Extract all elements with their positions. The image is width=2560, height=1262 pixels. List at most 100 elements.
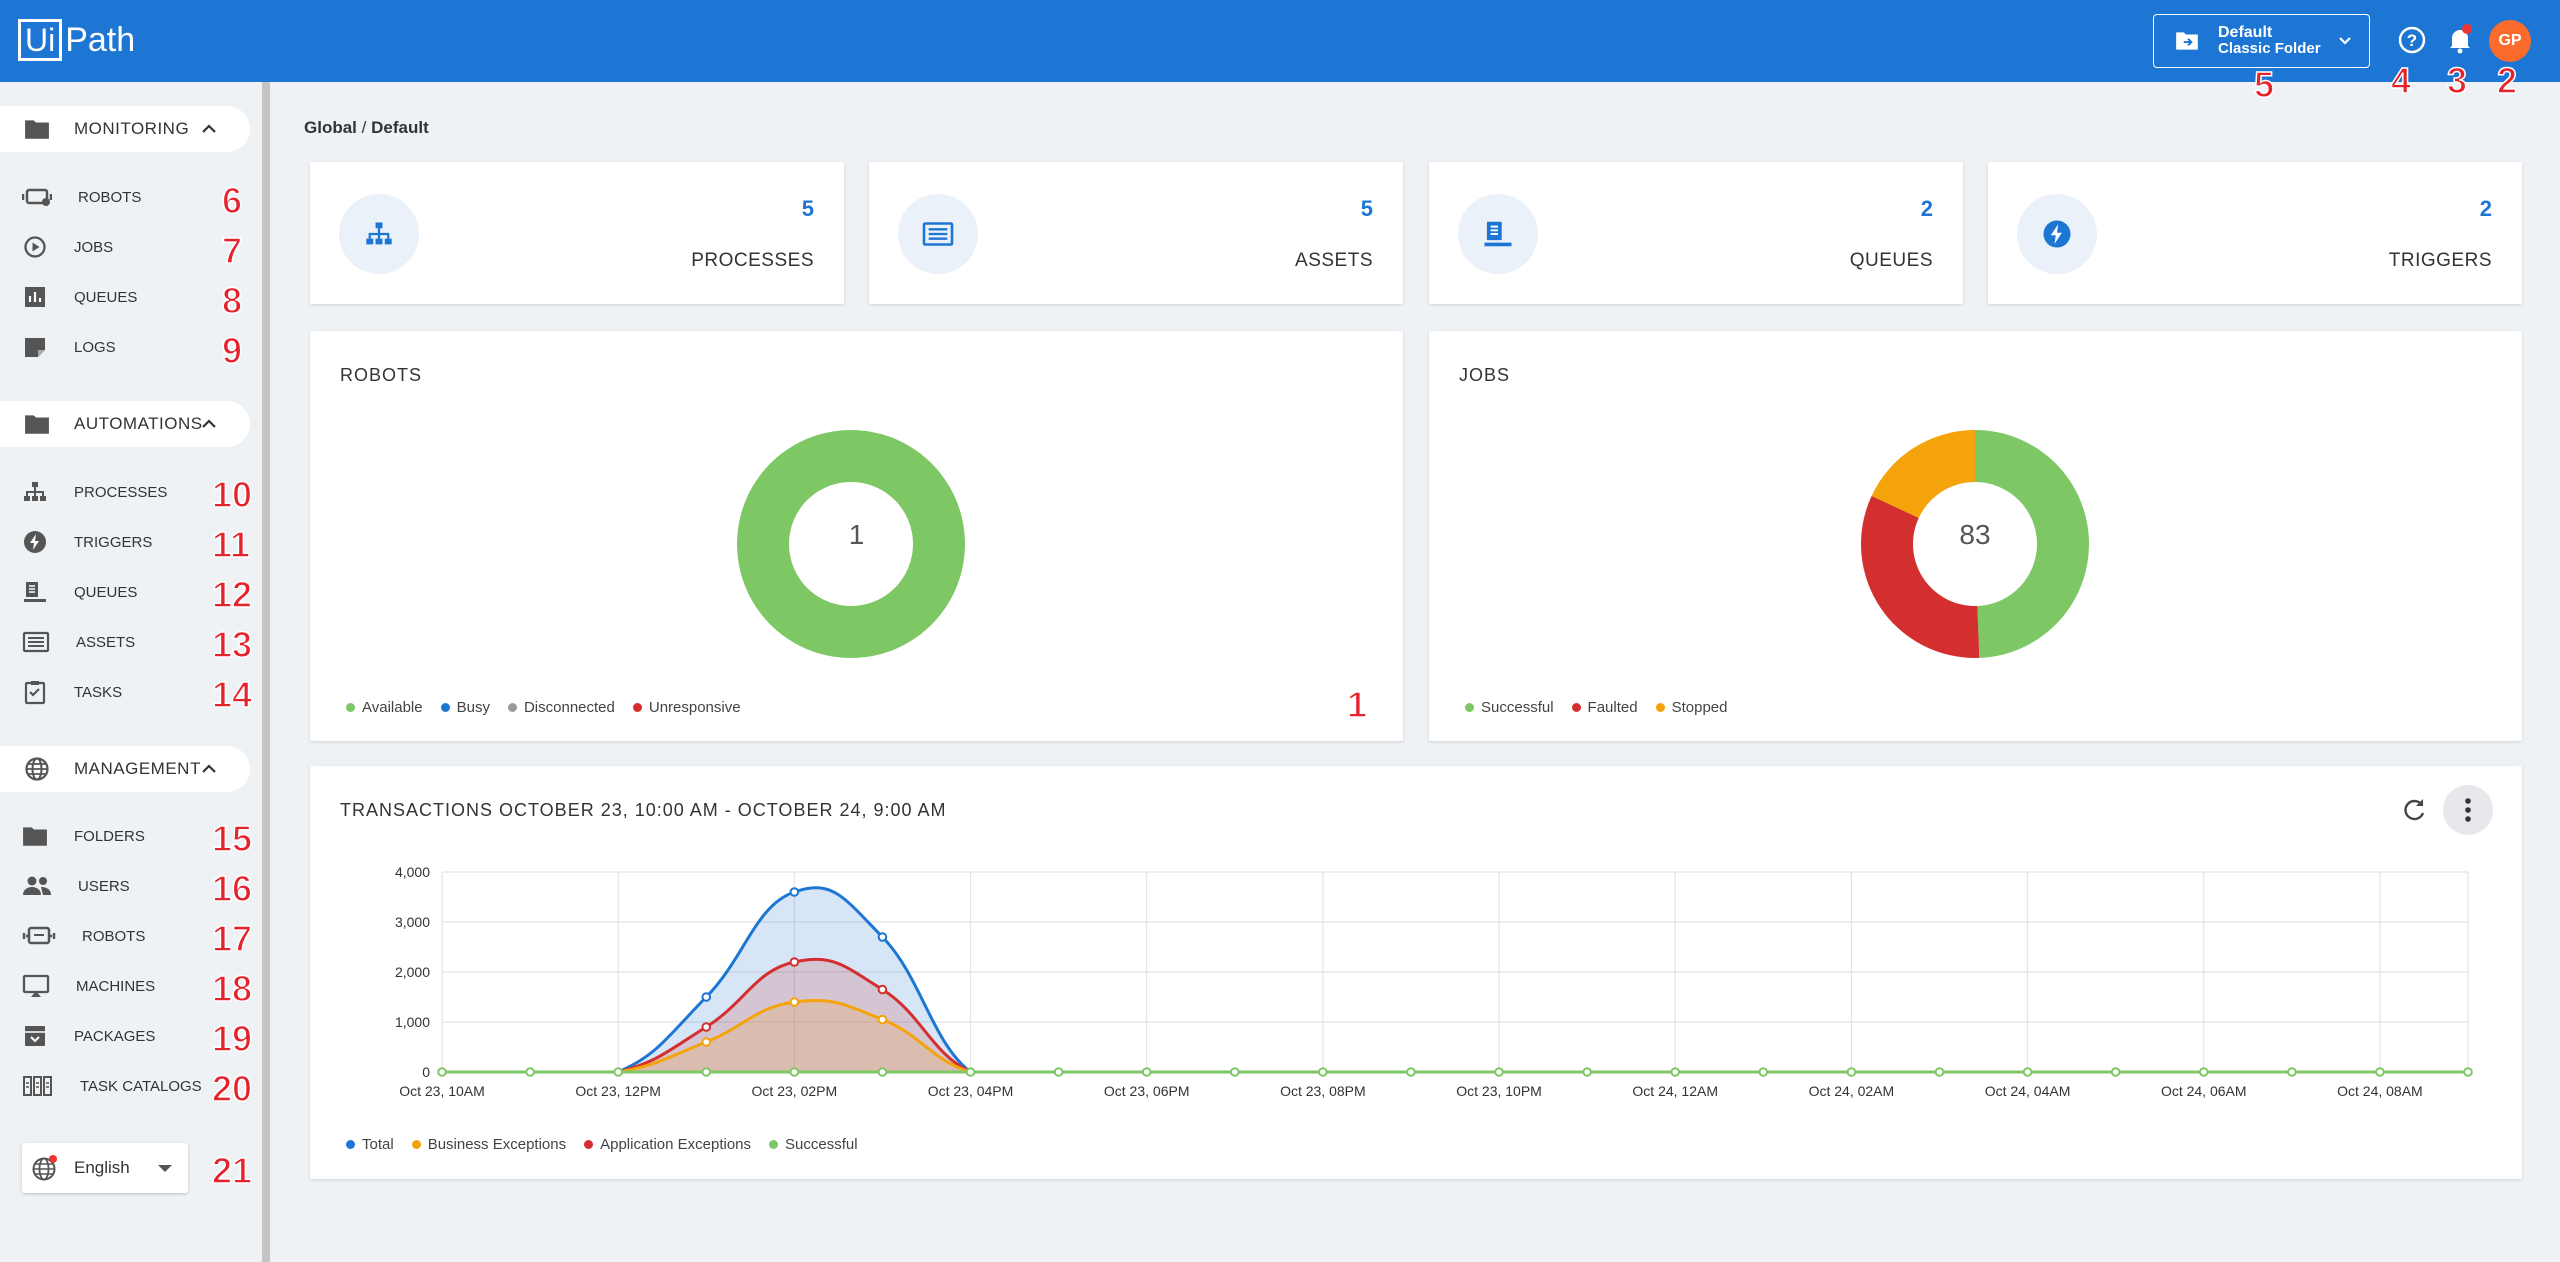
annotation-label: 19	[211, 1017, 253, 1060]
legend-label: Business Exceptions	[427, 1136, 567, 1153]
data-point-successful[interactable]	[877, 1067, 888, 1077]
data-point-successful[interactable]	[1318, 1067, 1328, 1077]
asset-icon	[922, 222, 954, 246]
data-point-application-exceptions[interactable]	[789, 957, 800, 967]
folder-type: Classic Folder	[2218, 40, 2321, 57]
section-monitoring[interactable]: MONITORING	[0, 106, 250, 152]
data-point-successful[interactable]	[965, 1067, 976, 1077]
globe-icon	[32, 1155, 57, 1181]
data-point-successful[interactable]	[1846, 1067, 1857, 1077]
data-point-successful[interactable]	[2375, 1067, 2385, 1077]
data-point-application-exceptions[interactable]	[877, 984, 888, 995]
data-point-successful[interactable]	[525, 1067, 535, 1077]
stat-card-processes[interactable]: 5 PROCESSES	[310, 162, 844, 304]
data-point-total[interactable]	[789, 887, 800, 897]
legend-item[interactable]: Busy	[440, 699, 490, 716]
legend-item[interactable]: Total	[346, 1136, 394, 1153]
top-header: Ui Path Default Classic Folder ? GP	[0, 0, 2560, 82]
sidebar-item-logs[interactable]: LOGS	[0, 327, 250, 367]
annotation-label: 18	[211, 967, 253, 1010]
data-point-successful[interactable]	[1934, 1067, 1945, 1077]
data-point-successful[interactable]	[701, 1067, 712, 1077]
annotation-label: 17	[211, 917, 253, 960]
data-point-application-exceptions[interactable]	[701, 1022, 712, 1032]
data-point-successful[interactable]	[1406, 1067, 1416, 1077]
data-point-successful[interactable]	[1670, 1067, 1681, 1077]
data-point-successful[interactable]	[613, 1067, 623, 1077]
x-tick-label: Oct 23, 02PM	[752, 1083, 838, 1099]
x-tick-label: Oct 24, 04AM	[1985, 1083, 2071, 1099]
more-options-button[interactable]	[2443, 785, 2493, 835]
data-point-successful[interactable]	[1141, 1067, 1152, 1077]
stat-label: TRIGGERS	[2388, 250, 2492, 271]
sitemap-icon	[366, 222, 392, 245]
stat-card-triggers[interactable]: 2 TRIGGERS	[1988, 162, 2522, 304]
queue-icon	[24, 582, 46, 602]
data-point-successful[interactable]	[1229, 1067, 1240, 1077]
legend-item[interactable]: Disconnected	[507, 699, 615, 716]
data-point-successful[interactable]	[2198, 1067, 2209, 1077]
legend-item[interactable]: Business Exceptions	[411, 1136, 567, 1153]
help-icon[interactable]: ?	[2396, 24, 2428, 56]
data-point-successful[interactable]	[2022, 1067, 2033, 1077]
annotation-label: 2	[2496, 59, 2518, 102]
data-point-business-exceptions[interactable]	[877, 1014, 888, 1025]
asset-icon	[22, 631, 50, 653]
sidebar-scrollbar[interactable]	[262, 82, 270, 1262]
sidebar-item-robots[interactable]: ROBOTS	[0, 177, 250, 217]
section-management[interactable]: MANAGEMENT	[0, 746, 250, 792]
data-point-successful[interactable]	[2287, 1067, 2297, 1077]
legend-label: Stopped	[1671, 699, 1728, 716]
stat-value: 2	[1920, 196, 1933, 221]
robot-icon	[22, 188, 52, 206]
donut-slice-successful[interactable]	[1975, 430, 2089, 658]
chevron-up-icon	[202, 124, 216, 133]
chevron-down-icon	[2339, 37, 2351, 45]
legend-item[interactable]: Faulted	[1571, 699, 1638, 716]
stat-card-queues[interactable]: 2 QUEUES	[1429, 162, 1963, 304]
sidebar-item-jobs[interactable]: JOBS	[0, 227, 250, 267]
breadcrumb-separator: /	[361, 118, 367, 137]
legend-item[interactable]: Application Exceptions	[584, 1136, 751, 1153]
data-point-successful[interactable]	[2110, 1067, 2121, 1077]
breadcrumb-root[interactable]: Global	[304, 118, 357, 137]
play-circle-icon	[24, 236, 46, 258]
legend-item[interactable]: Successful	[769, 1136, 858, 1153]
data-point-successful[interactable]	[789, 1067, 800, 1077]
stat-card-assets[interactable]: 5 ASSETS	[869, 162, 1403, 304]
robots-legend: Available Busy Disconnected Unresponsive	[346, 699, 759, 716]
legend-dot	[1465, 703, 1474, 712]
data-point-successful[interactable]	[437, 1067, 447, 1077]
catalog-icon	[23, 1076, 52, 1096]
more-vert-icon	[2465, 798, 2471, 822]
legend-dot	[507, 703, 517, 712]
data-point-successful[interactable]	[1582, 1067, 1592, 1077]
section-automations[interactable]: AUTOMATIONS	[0, 401, 250, 447]
clipboard-check-icon	[24, 681, 46, 705]
legend-label: Application Exceptions	[600, 1136, 752, 1153]
language-selector[interactable]: English	[22, 1143, 188, 1193]
stat-label: QUEUES	[1849, 250, 1933, 271]
data-point-business-exceptions[interactable]	[789, 997, 800, 1007]
stat-value: 2	[2479, 196, 2492, 221]
x-tick-label: Oct 23, 10PM	[1456, 1083, 1542, 1099]
data-point-business-exceptions[interactable]	[701, 1037, 712, 1047]
annotation-label: 11	[211, 523, 251, 566]
bolt-icon	[2043, 220, 2071, 248]
data-point-total[interactable]	[701, 992, 712, 1002]
data-point-successful[interactable]	[1494, 1067, 1504, 1077]
folder-selector[interactable]: Default Classic Folder	[2153, 14, 2370, 68]
data-point-successful[interactable]	[1758, 1067, 1769, 1077]
sidebar-item-queues[interactable]: QUEUES	[0, 277, 250, 317]
legend-item[interactable]: Available	[346, 699, 423, 716]
refresh-icon[interactable]	[2400, 796, 2428, 824]
data-point-successful[interactable]	[1053, 1067, 1064, 1077]
legend-item[interactable]: Successful	[1465, 699, 1554, 716]
legend-dot	[1655, 703, 1665, 712]
legend-item[interactable]: Unresponsive	[632, 699, 741, 716]
legend-item[interactable]: Stopped	[1655, 699, 1728, 716]
data-point-successful[interactable]	[2463, 1067, 2473, 1077]
uipath-logo[interactable]: Ui Path	[18, 18, 135, 62]
data-point-total[interactable]	[877, 932, 888, 942]
user-avatar[interactable]: GP	[2489, 20, 2531, 62]
